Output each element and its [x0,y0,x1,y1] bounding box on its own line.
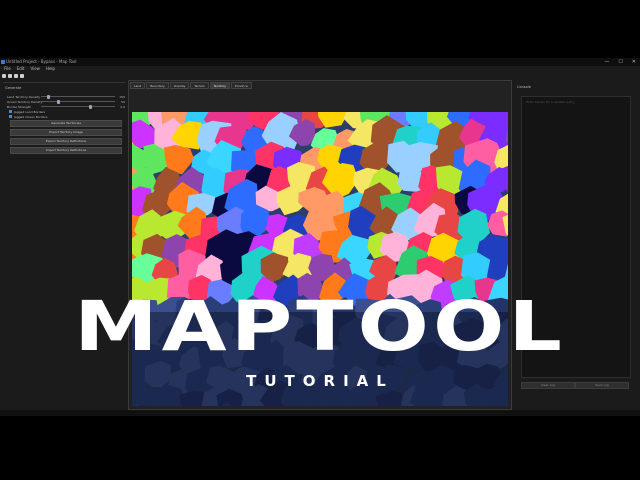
ocean-density-slider[interactable] [41,99,115,104]
slider-handle[interactable] [57,99,61,104]
border-strength-slider[interactable] [41,104,115,109]
panel-title: Generate [5,86,22,90]
window-title: Untitled Project - Bypass - Map Tool [6,59,77,64]
tab-overlay[interactable]: Overlay [169,82,190,89]
save-icon[interactable] [14,74,18,78]
slider-value: 50 [121,99,125,104]
toolbar [2,72,24,80]
slider-label: Border Strength [7,104,31,109]
import-territory-definitions-button[interactable]: Import Territory Definitions [10,147,122,154]
slider-handle[interactable] [89,104,93,109]
minimize-icon[interactable]: — [604,58,609,66]
checkbox-label: Jagged Land Borders [14,109,46,114]
slider-value: 2.0 [120,104,125,109]
menu-bar: File Edit View Help [0,66,640,72]
console-placeholder: Enter terrain for a random entry [526,100,575,104]
checkbox-label: Jagged Ocean Borders [14,114,48,119]
close-icon[interactable]: ✕ [632,58,636,66]
brush-icon[interactable] [20,74,24,78]
slider-value: 150 [119,94,125,99]
app-icon [1,60,5,64]
status-bar [0,410,640,416]
checkbox-checked-icon[interactable] [9,110,12,113]
title-bar: Untitled Project - Bypass - Map Tool — ☐… [0,58,640,66]
export-territory-image-button[interactable]: Export Territory Image [10,129,122,136]
menu-help[interactable]: Help [46,66,55,72]
tab-boundary[interactable]: Boundary [146,82,169,89]
new-file-icon[interactable] [2,74,6,78]
menu-view[interactable]: View [30,66,40,72]
slider-label: Ocean Territory Density [7,99,43,104]
tab-land[interactable]: Land [130,82,146,89]
slider-label: Land Territory Density [7,94,41,99]
jagged-ocean-checkbox[interactable]: Jagged Ocean Borders [3,114,125,119]
panel-title: Console [517,85,531,89]
open-folder-icon[interactable] [8,74,12,78]
generate-territories-button[interactable]: Generate Territories [10,120,122,127]
tab-province[interactable]: Province [231,82,252,89]
tab-territory[interactable]: Territory [209,82,231,89]
export-territory-definitions-button[interactable]: Export Territory Definitions [10,138,122,145]
land-density-slider[interactable] [41,94,115,99]
maximize-icon[interactable]: ☐ [618,58,622,66]
slider-handle[interactable] [46,94,50,99]
tab-terrain[interactable]: Terrain [190,82,209,89]
view-tabs: Land Boundary Overlay Terrain Territory … [130,82,253,89]
checkbox-checked-icon[interactable] [9,115,12,118]
headline-text: MAPTOOL [74,286,566,367]
subtitle-text: TUTORIAL [246,372,394,390]
